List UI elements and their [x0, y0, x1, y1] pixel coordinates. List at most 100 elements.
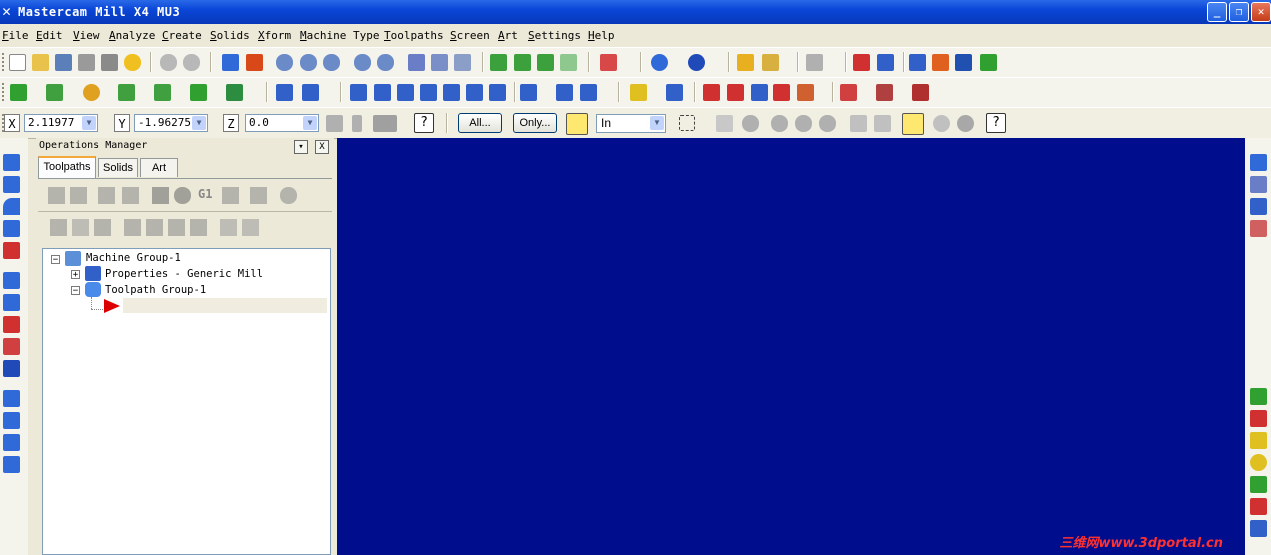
tree-item-machine-group[interactable]: Machine Group-1: [86, 252, 181, 264]
analyze-icon[interactable]: [877, 54, 894, 71]
boolean-icon[interactable]: [3, 360, 20, 377]
properties-icon[interactable]: [773, 84, 790, 101]
layout-icon[interactable]: [3, 412, 20, 429]
menu-analyze[interactable]: Analyze: [109, 29, 155, 42]
ops-manager-toggle-icon[interactable]: [1250, 154, 1267, 171]
insert-arrow-icon[interactable]: [103, 298, 121, 314]
selection-type-select[interactable]: In ▼: [596, 114, 666, 133]
xform-stretch-icon[interactable]: [489, 84, 506, 101]
shape-icon[interactable]: [1250, 520, 1267, 537]
clear-selection-icon[interactable]: [933, 115, 950, 132]
xform-translate-icon[interactable]: [350, 84, 367, 101]
expand-icon[interactable]: +: [71, 270, 80, 280]
close-panel-button[interactable]: X: [315, 140, 329, 154]
sigma-icon[interactable]: [955, 54, 972, 71]
grid-icon[interactable]: [703, 84, 720, 101]
line-icon[interactable]: [1250, 432, 1267, 449]
view-front-icon[interactable]: [514, 54, 531, 71]
minimize-button[interactable]: _: [1207, 2, 1227, 22]
help-cursor-icon[interactable]: [853, 54, 870, 71]
highlighter-icon[interactable]: [762, 54, 779, 71]
colors-icon[interactable]: [797, 84, 814, 101]
x-coordinate-input[interactable]: 2.11977 ▼: [24, 114, 98, 132]
zoom-target-icon[interactable]: [300, 54, 317, 71]
menu-edit[interactable]: Edit: [36, 29, 63, 42]
circle-icon[interactable]: [1250, 454, 1267, 471]
curve-icon[interactable]: [190, 84, 207, 101]
tree-item-properties[interactable]: Properties - Generic Mill: [105, 268, 263, 280]
fillet-solid-icon[interactable]: [3, 272, 20, 289]
xform-array-icon[interactable]: [556, 84, 573, 101]
create-arc-icon[interactable]: [83, 84, 100, 101]
select-all-ops-icon[interactable]: [48, 187, 65, 204]
view-top-icon[interactable]: [490, 54, 507, 71]
insert-arrow-after-icon[interactable]: [168, 219, 185, 236]
pencil-icon[interactable]: [737, 54, 754, 71]
xform-mirror-icon[interactable]: [397, 84, 414, 101]
chain-icon[interactable]: [909, 54, 926, 71]
save-icon[interactable]: [55, 54, 72, 71]
tool-icon[interactable]: [1250, 176, 1267, 193]
fast-point-icon[interactable]: [326, 115, 343, 132]
move-up-icon[interactable]: [146, 219, 163, 236]
solid-icon[interactable]: [932, 54, 949, 71]
move-down-icon[interactable]: [124, 219, 141, 236]
delete-ops-icon[interactable]: [250, 187, 267, 204]
merge-icon[interactable]: [78, 54, 95, 71]
xform-offset-icon[interactable]: [420, 84, 437, 101]
undo-icon[interactable]: [160, 54, 177, 71]
menu-toolpaths[interactable]: Toolpaths: [384, 29, 444, 42]
close-button[interactable]: ✕: [1251, 2, 1271, 22]
zoom-in-icon[interactable]: [354, 54, 371, 71]
spline-icon[interactable]: [154, 84, 171, 101]
tab-toolpaths[interactable]: Toolpaths: [38, 156, 96, 178]
help-icon[interactable]: ?: [986, 113, 1006, 133]
loft-icon[interactable]: [3, 220, 20, 237]
zoom-out-icon[interactable]: [377, 54, 394, 71]
measure-icon[interactable]: [666, 84, 683, 101]
revolve-icon[interactable]: [3, 176, 20, 193]
tree-item-toolpath-group[interactable]: Toolpath Group-1: [105, 284, 206, 296]
y-coordinate-input[interactable]: -1.96275 ▼: [134, 114, 208, 132]
chamfer-icon[interactable]: [3, 294, 20, 311]
zoom-window-icon[interactable]: [276, 54, 293, 71]
regen-icon[interactable]: [408, 54, 425, 71]
save-view-icon[interactable]: [1250, 220, 1267, 237]
view-side-icon[interactable]: [537, 54, 554, 71]
point-icon[interactable]: [1250, 388, 1267, 405]
toolbar-grip[interactable]: [2, 53, 7, 71]
unzoom-icon[interactable]: [323, 54, 340, 71]
xform-scale-icon[interactable]: [443, 84, 460, 101]
dimension-icon[interactable]: [630, 84, 647, 101]
menu-screen[interactable]: Screen: [450, 29, 490, 42]
tab-art[interactable]: Art: [140, 158, 178, 177]
autocursor-icon[interactable]: [373, 115, 397, 132]
lock-ops-icon[interactable]: [94, 219, 111, 236]
select-dirty-ops-icon[interactable]: [70, 187, 87, 204]
xform-roll-icon[interactable]: [466, 84, 483, 101]
lock-icon[interactable]: [50, 219, 67, 236]
trim-icon[interactable]: [276, 84, 293, 101]
lightbulb-icon[interactable]: [124, 54, 141, 71]
pan-icon[interactable]: [222, 54, 239, 71]
select-all-button[interactable]: All...: [458, 113, 502, 133]
chevron-down-icon[interactable]: ▼: [192, 116, 206, 130]
only-show-icon[interactable]: [220, 219, 237, 236]
shaded-sphere-icon[interactable]: [688, 54, 705, 71]
extrude-icon[interactable]: [3, 154, 20, 171]
menu-art[interactable]: Art: [498, 29, 518, 42]
y-label[interactable]: Y: [114, 114, 130, 132]
chevron-down-icon[interactable]: ▼: [82, 116, 96, 130]
sweep-icon[interactable]: [3, 198, 20, 215]
select-only-button[interactable]: Only...: [513, 113, 557, 133]
redo-icon[interactable]: [183, 54, 200, 71]
exit-icon[interactable]: [980, 54, 997, 71]
shading-icon[interactable]: [600, 54, 617, 71]
rectangle-icon[interactable]: [1250, 498, 1267, 515]
post-g1-label[interactable]: G1: [198, 187, 212, 201]
fit-icon[interactable]: [246, 54, 263, 71]
toolpath-pocket-icon[interactable]: [876, 84, 893, 101]
menu-view[interactable]: View: [73, 29, 100, 42]
xform-project-icon[interactable]: [580, 84, 597, 101]
auto-hide-button[interactable]: ▾: [294, 140, 308, 154]
